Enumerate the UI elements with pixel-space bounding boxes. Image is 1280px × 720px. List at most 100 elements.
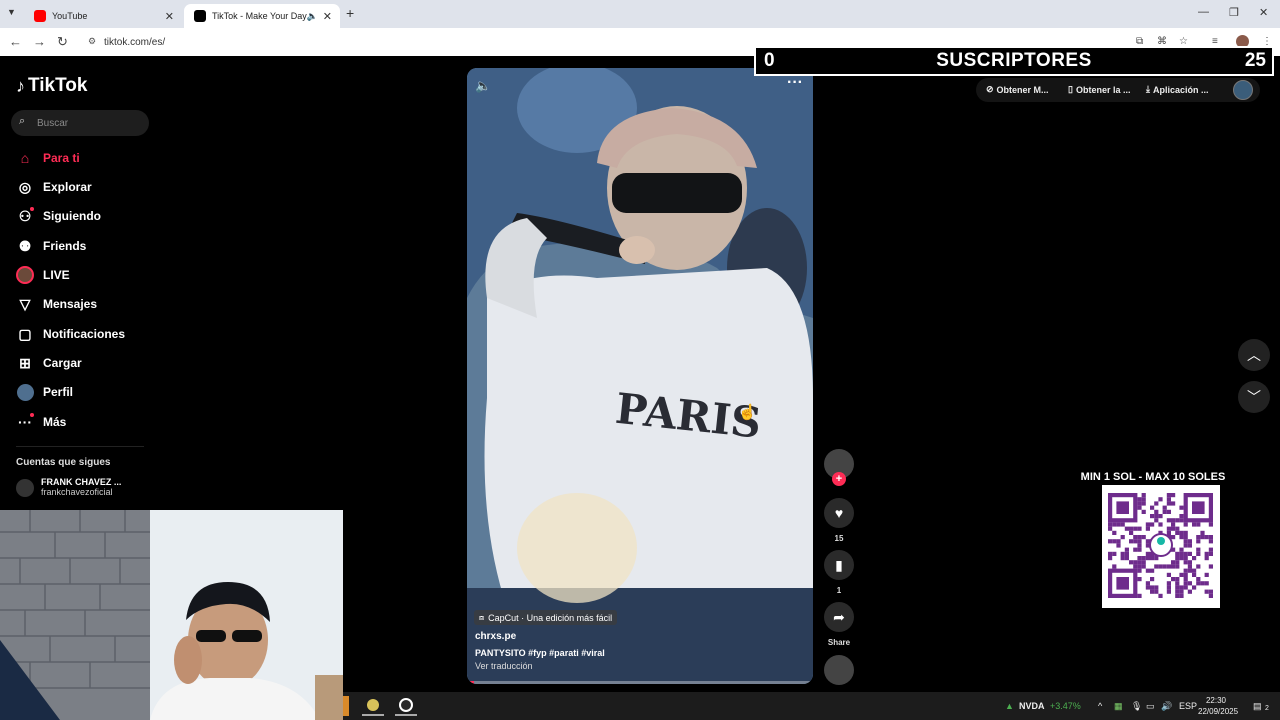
maximize-icon[interactable]: ❐ xyxy=(1229,6,1239,19)
qr-module xyxy=(1145,526,1150,531)
tray-app-icon[interactable]: ▦ xyxy=(1114,701,1123,712)
qr-module xyxy=(1196,581,1201,586)
sidebar-item-explorar[interactable]: ◎ Explorar xyxy=(16,176,92,198)
search-input[interactable]: ⌕ Buscar xyxy=(11,110,149,136)
qr-module xyxy=(1175,556,1180,561)
header-link-label: Obtener M... xyxy=(996,84,1049,95)
taskbar-clock[interactable]: 22:30 22/09/2025 xyxy=(1198,695,1238,717)
qr-module xyxy=(1162,564,1167,569)
previous-video-button[interactable]: ︿ xyxy=(1238,339,1270,371)
qr-module xyxy=(1129,539,1134,544)
window-close-icon[interactable]: ✕ xyxy=(1259,6,1268,19)
video-author[interactable]: chrxs.pe xyxy=(475,631,516,642)
qr-module xyxy=(1145,556,1150,561)
sidebar-item-cargar[interactable]: ⊞ Cargar xyxy=(16,352,82,374)
qr-module xyxy=(1192,572,1197,577)
volume-icon[interactable]: 🔈 xyxy=(475,78,491,94)
stock-ticker[interactable]: NVDA xyxy=(1019,701,1045,711)
sidebar-item-label: LIVE xyxy=(43,268,70,282)
qr-module xyxy=(1208,547,1213,552)
reload-icon[interactable]: ↻ xyxy=(57,34,68,50)
profile-avatar[interactable] xyxy=(1233,80,1253,100)
sidebar-item-label: Para ti xyxy=(43,151,80,165)
effect-label-text: CapCut · Una edición más fácil xyxy=(488,612,613,623)
qr-module xyxy=(1145,551,1150,556)
qr-module xyxy=(1166,530,1171,535)
sidebar-item-friends[interactable]: ⚉ Friends xyxy=(16,235,87,257)
tab-search-chevron-icon[interactable]: ▼ xyxy=(7,7,16,17)
next-video-button[interactable]: ﹀ xyxy=(1238,381,1270,413)
sidebar-item-mas[interactable]: ··· Más xyxy=(16,411,66,433)
qr-module xyxy=(1141,501,1146,506)
tiktok-logo[interactable]: ♪ TikTok xyxy=(16,75,87,97)
get-coins-link[interactable]: ⊘ Obtener M... xyxy=(986,84,1049,95)
video-progress-bar[interactable] xyxy=(467,681,813,684)
video-player[interactable]: PARIS 🔈 ··· ⧈ CapCut · Una edición más f… xyxy=(467,68,813,684)
forward-icon[interactable]: → xyxy=(33,34,46,49)
capcut-icon: ⧈ xyxy=(479,612,485,622)
sidebar-item-notificaciones[interactable]: ▢ Notificaciones xyxy=(16,323,125,345)
sidebar-item-siguiendo[interactable]: ⚇ Siguiendo xyxy=(16,205,101,227)
windows-taskbar: ▲ NVDA +3.47% ^ ▦ 🎙 ▭ 🔊 ESP ▤ 2 xyxy=(343,692,1280,720)
desktop-app-link[interactable]: ⤓ Aplicación ... xyxy=(1146,84,1209,95)
browser-tab-youtube[interactable]: YouTube ✕ xyxy=(24,4,182,28)
qr-module xyxy=(1129,560,1134,565)
subscriber-goal-bar: 0 SUSCRIPTORES 25 xyxy=(754,46,1274,76)
video-progress-fill xyxy=(467,681,474,684)
taskbar-app-icon[interactable] xyxy=(362,696,384,716)
speaker-icon[interactable]: 🔊 xyxy=(1161,701,1172,712)
close-tab-icon[interactable]: ✕ xyxy=(165,10,174,23)
qr-module xyxy=(1175,564,1180,569)
qr-module xyxy=(1112,539,1117,544)
compass-icon: ◎ xyxy=(18,178,32,195)
stock-trend-icon: ▲ xyxy=(1005,701,1014,711)
qr-module xyxy=(1133,539,1138,544)
minimize-icon[interactable]: — xyxy=(1198,6,1209,18)
sidebar-item-para-ti[interactable]: ⌂ Para ti xyxy=(16,147,80,169)
qr-module xyxy=(1112,530,1117,535)
qr-module xyxy=(1171,577,1176,582)
qr-module xyxy=(1137,547,1142,552)
share-icon[interactable]: ➦ xyxy=(824,602,854,632)
qr-module xyxy=(1187,551,1192,556)
back-icon[interactable]: ← xyxy=(9,34,22,49)
new-tab-icon[interactable]: + xyxy=(346,5,354,21)
taskbar-app-icon[interactable] xyxy=(343,696,349,716)
sidebar-item-mensajes[interactable]: ▽ Mensajes xyxy=(16,293,97,315)
sidebar-divider xyxy=(16,446,144,447)
qr-module xyxy=(1196,564,1201,569)
sidebar-item-perfil[interactable]: Perfil xyxy=(16,381,73,403)
qr-module xyxy=(1175,526,1180,531)
qr-module xyxy=(1166,526,1171,531)
see-translation-link[interactable]: Ver traducción xyxy=(475,661,533,671)
video-caption[interactable]: PANTYSITO #fyp #parati #viral xyxy=(475,648,605,658)
tab-audio-icon[interactable]: 🔈 xyxy=(307,11,318,22)
language-indicator[interactable]: ESP xyxy=(1179,701,1197,711)
following-account-item[interactable]: FRANK CHAVEZ ... frankchavezoficial xyxy=(16,477,121,497)
microphone-icon[interactable]: 🎙 xyxy=(1131,701,1142,712)
obs-app-icon[interactable] xyxy=(395,696,417,716)
qr-module xyxy=(1204,581,1209,586)
qr-module xyxy=(1179,505,1184,510)
close-tab-icon[interactable]: ✕ xyxy=(323,10,332,23)
sidebar-item-live[interactable]: LIVE xyxy=(16,264,70,286)
more-options-icon[interactable]: ··· xyxy=(787,74,803,92)
follow-plus-icon[interactable]: + xyxy=(832,472,846,486)
qr-module xyxy=(1158,522,1163,527)
network-icon[interactable]: ▭ xyxy=(1146,701,1155,712)
site-info-icon[interactable]: ⚙ xyxy=(88,36,96,47)
notifications-icon[interactable]: ▤ xyxy=(1253,701,1262,712)
qr-module xyxy=(1141,493,1146,498)
qr-module xyxy=(1171,560,1176,565)
like-icon[interactable]: ♥ xyxy=(824,498,854,528)
tray-chevron-icon[interactable]: ^ xyxy=(1098,701,1102,711)
effect-label[interactable]: ⧈ CapCut · Una edición más fácil xyxy=(474,610,618,625)
music-disc-icon[interactable] xyxy=(824,655,854,685)
qr-module xyxy=(1166,572,1171,577)
bookmark-icon[interactable]: ▮ xyxy=(824,550,854,580)
browser-tab-tiktok[interactable]: TikTok - Make Your Day 🔈 ✕ xyxy=(184,4,340,28)
get-app-link[interactable]: ▯ Obtener la ... xyxy=(1068,84,1130,95)
qr-module xyxy=(1120,522,1125,527)
account-name: FRANK CHAVEZ ... xyxy=(41,477,122,487)
qr-module xyxy=(1175,560,1180,565)
